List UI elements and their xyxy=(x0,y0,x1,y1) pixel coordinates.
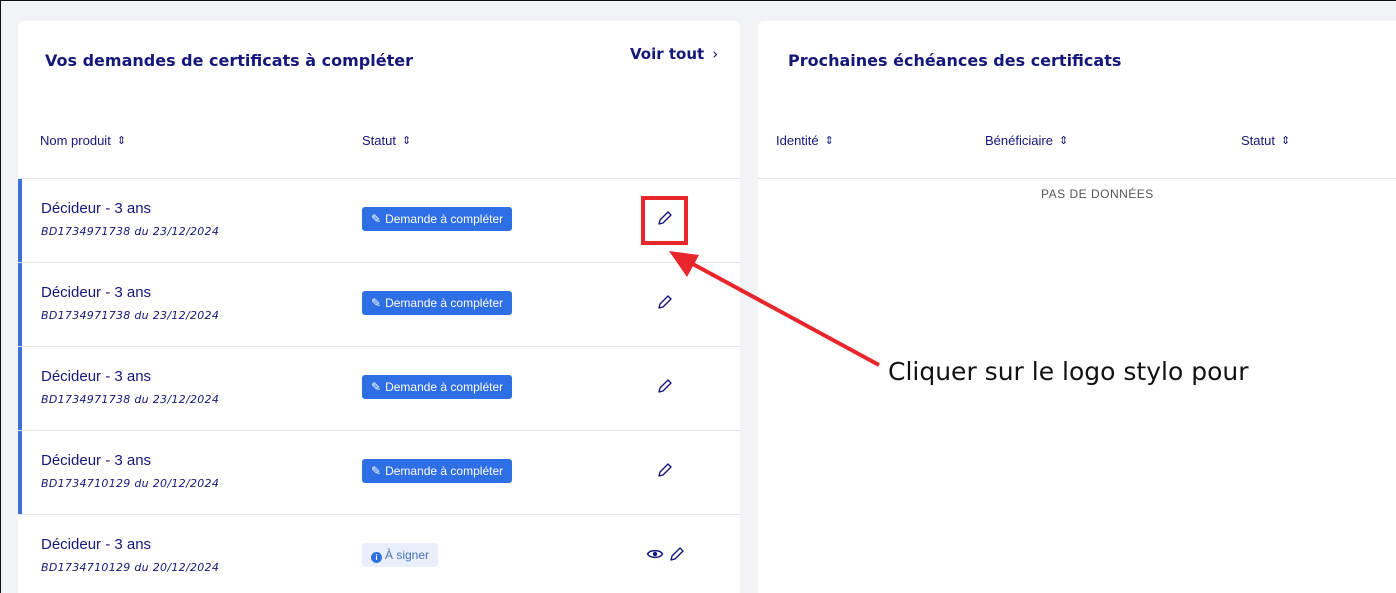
table-row[interactable]: Décideur - 3 ans BD1734971738 du 23/12/20… xyxy=(18,179,740,263)
see-all-link[interactable]: Voir tout › xyxy=(630,45,718,63)
sort-icon[interactable]: ⇕ xyxy=(1059,134,1068,147)
status-badge[interactable]: ✎ Demande à compléter xyxy=(362,291,513,315)
column-header-beneficiary[interactable]: Bénéficiaire ⇕ xyxy=(985,133,1068,148)
status-badge[interactable]: ✎ Demande à compléter xyxy=(362,459,513,483)
product-reference: BD1734971738 du 23/12/2024 xyxy=(41,393,220,406)
status-label: À signer xyxy=(385,548,430,562)
table-row[interactable]: Décideur - 3 ans BD1734710129 du 20/12/20… xyxy=(18,515,740,593)
column-header-label: Statut xyxy=(362,133,396,148)
product-reference: BD1734971738 du 23/12/2024 xyxy=(41,309,220,322)
panel-title: Vos demandes de certificats à compléter xyxy=(45,51,413,70)
product-reference: BD1734710129 du 20/12/2024 xyxy=(41,561,220,574)
pencil-icon[interactable] xyxy=(656,461,674,479)
column-header-label: Identité xyxy=(776,133,819,148)
header-divider xyxy=(758,178,1396,179)
status-badge[interactable]: ✎ Demande à compléter xyxy=(362,375,513,399)
product-name: Décideur - 3 ans xyxy=(41,284,152,301)
chevron-right-icon: › xyxy=(712,45,719,63)
screen-frame: Vos demandes de certificats à compléter … xyxy=(0,0,1396,593)
product-name: Décideur - 3 ans xyxy=(41,452,152,469)
sort-icon[interactable]: ⇕ xyxy=(825,134,834,147)
table-row[interactable]: Décideur - 3 ans BD1734971738 du 23/12/20… xyxy=(18,347,740,431)
pencil-icon[interactable] xyxy=(668,545,686,563)
eye-icon[interactable] xyxy=(646,545,664,563)
column-header-label: Nom produit xyxy=(40,133,111,148)
status-label: Demande à compléter xyxy=(385,380,504,394)
pencil-icon[interactable] xyxy=(656,293,674,311)
sort-icon[interactable]: ⇕ xyxy=(117,134,126,147)
see-all-label: Voir tout xyxy=(630,45,705,63)
column-header-label: Bénéficiaire xyxy=(985,133,1053,148)
pencil-icon: ✎ xyxy=(371,212,382,226)
product-reference: BD1734710129 du 20/12/2024 xyxy=(41,477,220,490)
column-header-product[interactable]: Nom produit ⇕ xyxy=(40,133,126,148)
pencil-icon: ✎ xyxy=(371,296,382,310)
product-name: Décideur - 3 ans xyxy=(41,200,152,217)
status-badge[interactable]: ✎ Demande à compléter xyxy=(362,207,513,231)
product-reference: BD1734971738 du 23/12/2024 xyxy=(41,225,220,238)
sort-icon[interactable]: ⇕ xyxy=(1281,134,1290,147)
sort-icon[interactable]: ⇕ xyxy=(402,134,411,147)
table-row[interactable]: Décideur - 3 ans BD1734710129 du 20/12/20… xyxy=(18,431,740,515)
status-badge: iÀ signer xyxy=(362,543,439,567)
panel-title: Prochaines échéances des certificats xyxy=(788,51,1122,70)
column-header-identity[interactable]: Identité ⇕ xyxy=(776,133,834,148)
column-header-status[interactable]: Statut ⇕ xyxy=(362,133,411,148)
table-row[interactable]: Décideur - 3 ans BD1734971738 du 23/12/20… xyxy=(18,263,740,347)
column-header-label: Statut xyxy=(1241,133,1275,148)
product-name: Décideur - 3 ans xyxy=(41,536,152,553)
status-label: Demande à compléter xyxy=(385,212,504,226)
status-label: Demande à compléter xyxy=(385,464,504,478)
empty-state-message: PAS DE DONNÉES xyxy=(1041,187,1154,201)
column-header-status[interactable]: Statut ⇕ xyxy=(1241,133,1290,148)
info-icon: i xyxy=(371,552,382,563)
pencil-icon: ✎ xyxy=(371,380,382,394)
pencil-icon[interactable] xyxy=(656,377,674,395)
pencil-icon: ✎ xyxy=(371,464,382,478)
certificate-requests-panel: Vos demandes de certificats à compléter … xyxy=(18,21,740,593)
product-name: Décideur - 3 ans xyxy=(41,368,152,385)
status-label: Demande à compléter xyxy=(385,296,504,310)
certificate-deadlines-panel: Prochaines échéances des certificats Ide… xyxy=(758,21,1396,593)
highlight-box xyxy=(641,196,688,245)
annotation-text: Cliquer sur le logo stylo pour xyxy=(888,357,1249,386)
